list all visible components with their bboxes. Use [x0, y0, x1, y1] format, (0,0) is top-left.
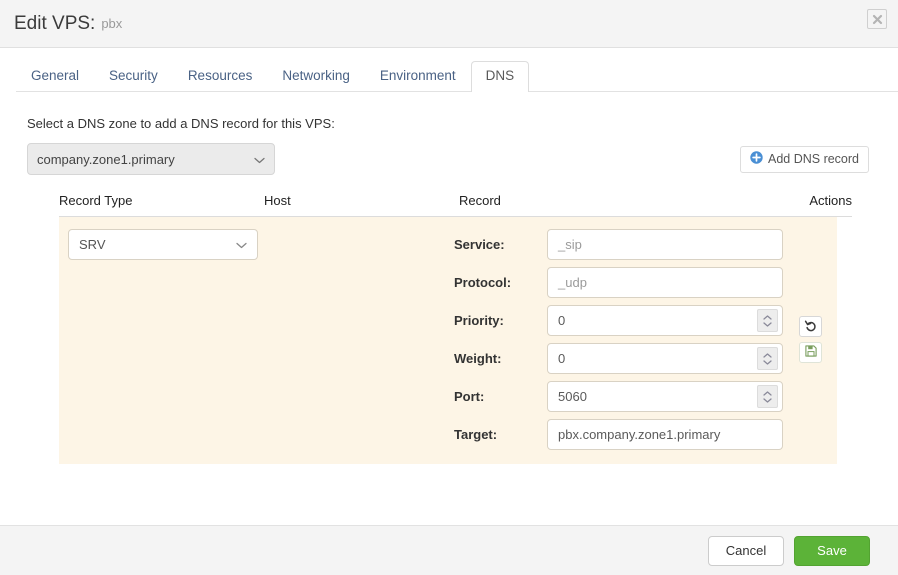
undo-icon: [804, 319, 817, 335]
zone-instruction: Select a DNS zone to add a DNS record fo…: [27, 116, 335, 131]
page-title: Edit VPS:: [14, 12, 96, 34]
chevron-down-icon: [254, 152, 265, 167]
target-input[interactable]: pbx.company.zone1.primary: [547, 419, 783, 450]
dns-table-header: Record Type Host Record Actions: [59, 193, 852, 217]
tab-security[interactable]: Security: [94, 61, 173, 92]
column-header-host: Host: [264, 193, 291, 208]
tab-general[interactable]: General: [16, 61, 94, 92]
target-input-value: pbx.company.zone1.primary: [558, 427, 721, 442]
record-fields-cell: Service: _sip Protocol: _udp Priority: 0: [454, 229, 783, 450]
chevron-up-icon: [763, 390, 772, 396]
save-row-button[interactable]: [799, 342, 822, 363]
chevron-up-icon: [763, 352, 772, 358]
field-label-target: Target:: [454, 427, 498, 442]
host-cell: [264, 229, 454, 450]
field-label-port: Port:: [454, 389, 485, 404]
weight-input-value: 0: [558, 351, 566, 366]
record-type-cell: SRV: [59, 229, 264, 450]
chevron-up-icon: [763, 314, 772, 320]
chevron-down-icon: [236, 237, 247, 252]
dns-panel: Select a DNS zone to add a DNS record fo…: [0, 92, 898, 525]
close-button[interactable]: [867, 9, 887, 29]
chevron-down-icon: [763, 359, 772, 365]
protocol-input[interactable]: _udp: [547, 267, 783, 298]
field-label-priority: Priority:: [454, 313, 504, 328]
field-priority-row: Priority: 0: [454, 305, 783, 336]
field-service-row: Service: _sip: [454, 229, 783, 260]
tab-resources[interactable]: Resources: [173, 61, 268, 92]
field-label-service: Service:: [454, 237, 505, 252]
plus-circle-icon: [750, 151, 763, 167]
field-protocol-row: Protocol: _udp: [454, 267, 783, 298]
field-label-protocol: Protocol:: [454, 275, 512, 290]
cancel-button[interactable]: Cancel: [708, 535, 784, 566]
port-input-value: 5060: [558, 389, 587, 404]
edit-vps-dialog: Edit VPS: pbx General Security Resources…: [0, 0, 898, 575]
protocol-input-value: _udp: [558, 275, 587, 290]
vps-name: pbx: [101, 16, 123, 31]
chevron-down-icon: [763, 397, 772, 403]
column-header-record-type: Record Type: [59, 193, 133, 208]
floppy-disk-icon: [804, 345, 817, 360]
add-dns-record-button[interactable]: Add DNS record: [739, 145, 869, 173]
tab-environment[interactable]: Environment: [365, 61, 471, 92]
column-header-actions: Actions: [809, 193, 852, 208]
service-input[interactable]: _sip: [547, 229, 783, 260]
save-button[interactable]: Save: [794, 535, 870, 566]
tab-bar: General Security Resources Networking En…: [0, 48, 898, 93]
column-header-record: Record: [459, 193, 501, 208]
field-weight-row: Weight: 0: [454, 343, 783, 374]
field-port-row: Port: 5060: [454, 381, 783, 412]
record-type-select[interactable]: SRV: [68, 229, 258, 260]
row-actions-cell: [783, 229, 838, 450]
dialog-footer: Cancel Save: [0, 525, 898, 575]
weight-stepper[interactable]: [757, 347, 778, 370]
service-input-value: _sip: [558, 237, 582, 252]
add-dns-record-label: Add DNS record: [767, 152, 859, 166]
close-icon: [872, 14, 883, 25]
dns-zone-select-value: company.zone1.primary: [37, 151, 175, 167]
priority-input[interactable]: 0: [547, 305, 783, 336]
port-input[interactable]: 5060: [547, 381, 783, 412]
chevron-down-icon: [763, 321, 772, 327]
dns-zone-select[interactable]: company.zone1.primary: [27, 143, 275, 175]
port-stepper[interactable]: [757, 385, 778, 408]
priority-input-value: 0: [558, 313, 566, 328]
revert-row-button[interactable]: [799, 316, 822, 337]
tab-networking[interactable]: Networking: [267, 61, 365, 92]
tab-dns[interactable]: DNS: [470, 61, 530, 93]
dialog-header: Edit VPS: pbx: [0, 0, 898, 48]
table-row: SRV Service: _sip Protocol: _udp Priorit…: [59, 217, 837, 464]
field-label-weight: Weight:: [454, 351, 502, 366]
record-type-select-value: SRV: [79, 237, 106, 252]
priority-stepper[interactable]: [757, 309, 778, 332]
weight-input[interactable]: 0: [547, 343, 783, 374]
zone-selection-row: company.zone1.primary Add DNS record: [27, 143, 882, 175]
field-target-row: Target: pbx.company.zone1.primary: [454, 419, 783, 450]
